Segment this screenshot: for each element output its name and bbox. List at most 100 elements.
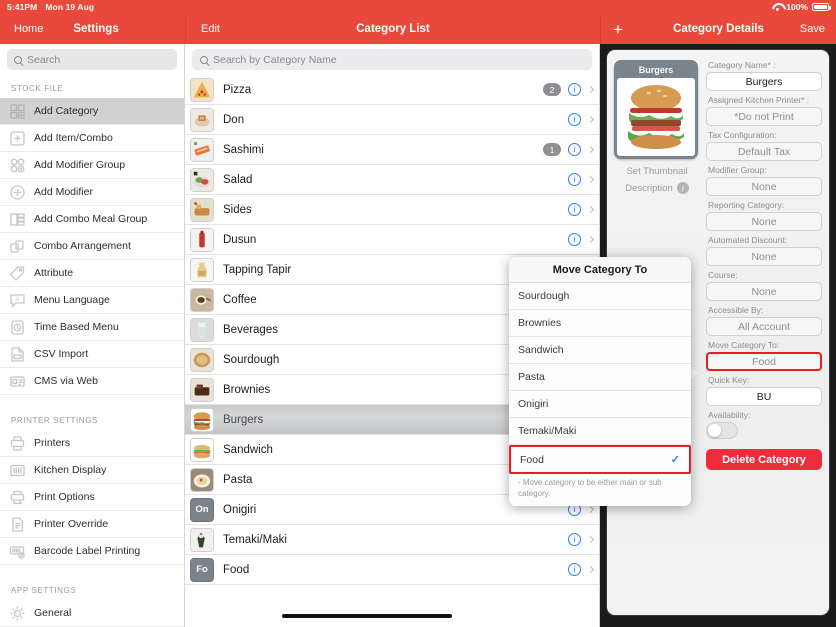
- home-back-button[interactable]: Home: [14, 23, 43, 35]
- table-row[interactable]: Sides i: [185, 195, 599, 225]
- category-thumbnail: [190, 467, 214, 492]
- sidebar-item-label: Print Options: [34, 491, 95, 503]
- wifi-icon: [772, 3, 782, 11]
- sidebar-item-add-combo-meal-group[interactable]: Add Combo Meal Group: [0, 206, 184, 233]
- info-icon[interactable]: i: [676, 182, 689, 194]
- edit-button[interactable]: Edit: [201, 23, 220, 35]
- settings-navbar: Home Settings: [0, 14, 185, 44]
- popover-option-onigiri[interactable]: Onigiri: [509, 391, 691, 418]
- field-label: Course:: [708, 270, 738, 280]
- category-row-label: Food: [223, 563, 250, 576]
- sidebar-item-label: Menu Language: [34, 294, 110, 306]
- add-category-plus-icon[interactable]: +: [613, 21, 623, 38]
- delete-category-button[interactable]: Delete Category: [706, 449, 822, 470]
- sidebar-item-general[interactable]: General: [0, 600, 184, 627]
- popover-option-brownies[interactable]: Brownies: [509, 310, 691, 337]
- category-thumbnail: [190, 167, 214, 192]
- sidebar-item-time-based-menu[interactable]: Time Based Menu: [0, 314, 184, 341]
- info-icon[interactable]: i: [568, 233, 581, 246]
- popover-option-label: Temaki/Maki: [518, 425, 577, 437]
- reporting-category-field[interactable]: None: [706, 212, 822, 231]
- popover-items: Sourdough Brownies Sandwich Pasta Onigiri Tem…: [509, 283, 691, 474]
- sidebar-item-menu-language[interactable]: A Menu Language: [0, 287, 184, 314]
- info-icon[interactable]: i: [568, 83, 581, 96]
- table-row[interactable]: Salad i: [185, 165, 599, 195]
- availability-label: Availability:: [708, 410, 751, 420]
- app-screen: 5:41PM Mon 19 Aug 100% Home Settings Edi…: [0, 0, 836, 627]
- accessible-by-field[interactable]: All Account: [706, 317, 822, 336]
- sidebar-item-attribute[interactable]: Attribute: [0, 260, 184, 287]
- table-row[interactable]: Fo Food i: [185, 555, 599, 585]
- sidebar-search-placeholder: Search: [27, 53, 61, 66]
- popover-option-label: Onigiri: [518, 398, 549, 410]
- sidebar-item-add-modifier-group[interactable]: Add Modifier Group: [0, 152, 184, 179]
- popover-option-sourdough[interactable]: Sourdough: [509, 283, 691, 310]
- sidebar-item-barcode-label-printing[interactable]: Barcode Label Printing: [0, 538, 184, 565]
- category-name-field[interactable]: Burgers: [706, 72, 822, 91]
- sidebar-item-add-modifier[interactable]: Add Modifier: [0, 179, 184, 206]
- assigned-kitchen-printer-field[interactable]: *Do not Print: [706, 107, 822, 126]
- modifier-group-field[interactable]: None: [706, 177, 822, 196]
- popover-option-temaki-maki[interactable]: Temaki/Maki: [509, 418, 691, 445]
- sidebar-item-combo-arrangement[interactable]: Combo Arrangement: [0, 233, 184, 260]
- sidebar-item-add-item-combo[interactable]: Add Item/Combo: [0, 125, 184, 152]
- print-options-icon: [9, 489, 26, 506]
- move-category-to-field[interactable]: Food: [706, 352, 822, 371]
- quick-key-field[interactable]: BU: [706, 387, 822, 406]
- circles-add-icon: [9, 157, 26, 174]
- sidebar-item-print-options[interactable]: Print Options: [0, 484, 184, 511]
- field-label: Reporting Category:: [708, 200, 785, 210]
- popover-option-food[interactable]: Food ✓: [509, 445, 691, 474]
- category-row-label: Pizza: [223, 83, 252, 96]
- sidebar-search-wrap: Search: [0, 44, 184, 74]
- sidebar-item-cms-via-web[interactable]: CMS via Web: [0, 368, 184, 395]
- sidebar-item-label: CSV Import: [34, 348, 89, 360]
- course-field[interactable]: None: [706, 282, 822, 301]
- description-row[interactable]: Description i: [614, 182, 700, 194]
- popover-title: Move Category To: [509, 257, 691, 283]
- table-row[interactable]: Dusun i: [185, 225, 599, 255]
- field-label: Move Category To:: [708, 340, 780, 350]
- stack-icon: [9, 211, 26, 228]
- automated-discount-field[interactable]: None: [706, 247, 822, 266]
- category-search-input[interactable]: Search by Category Name: [192, 49, 592, 70]
- sidebar-item-printers[interactable]: Printers: [0, 430, 184, 457]
- category-row-label: Don: [223, 113, 245, 126]
- popover-option-sandwich[interactable]: Sandwich: [509, 337, 691, 364]
- tax-configuration-field[interactable]: Default Tax: [706, 142, 822, 161]
- info-icon[interactable]: i: [568, 563, 581, 576]
- sidebar-search-input[interactable]: Search: [7, 49, 177, 70]
- category-list-title: Category List: [356, 23, 430, 35]
- sidebar-item-add-category[interactable]: Add Category: [0, 98, 184, 125]
- sidebar-item-printer-override[interactable]: Printer Override: [0, 511, 184, 538]
- info-icon[interactable]: i: [568, 143, 581, 156]
- info-icon[interactable]: i: [568, 203, 581, 216]
- info-icon[interactable]: i: [568, 113, 581, 126]
- thumbnail-box[interactable]: Burgers: [614, 60, 698, 159]
- save-button[interactable]: Save: [800, 23, 825, 35]
- row-actions: i: [568, 533, 595, 546]
- category-thumbnail: [190, 347, 214, 372]
- info-icon[interactable]: i: [568, 173, 581, 186]
- info-icon[interactable]: i: [568, 533, 581, 546]
- csv-file-icon: [9, 346, 26, 363]
- sidebar-item-csv-import[interactable]: CSV Import: [0, 341, 184, 368]
- popover-option-pasta[interactable]: Pasta: [509, 364, 691, 391]
- settings-sidebar: Search STOCK FILE Add Category Add Item/Co…: [0, 44, 185, 627]
- table-row[interactable]: Temaki/Maki i: [185, 525, 599, 555]
- table-row[interactable]: Don i: [185, 105, 599, 135]
- category-search-placeholder: Search by Category Name: [213, 53, 337, 66]
- field-label: Quick Key:: [708, 375, 750, 385]
- svg-text:A: A: [15, 297, 19, 303]
- category-row-label: Pasta: [223, 473, 253, 486]
- set-thumbnail-label[interactable]: Set Thumbnail: [614, 166, 700, 177]
- table-row[interactable]: Sashimi 1 i: [185, 135, 599, 165]
- grid-add-icon: [9, 103, 26, 120]
- category-thumbnail: On: [190, 497, 214, 522]
- availability-toggle[interactable]: [706, 422, 738, 439]
- chevron-right-icon: [586, 175, 595, 184]
- table-row[interactable]: Pizza 2 i: [185, 75, 599, 105]
- sidebar-item-kitchen-display[interactable]: Kitchen Display: [0, 457, 184, 484]
- chevron-right-icon: [586, 85, 595, 94]
- sidebar-item-label: Barcode Label Printing: [34, 545, 141, 557]
